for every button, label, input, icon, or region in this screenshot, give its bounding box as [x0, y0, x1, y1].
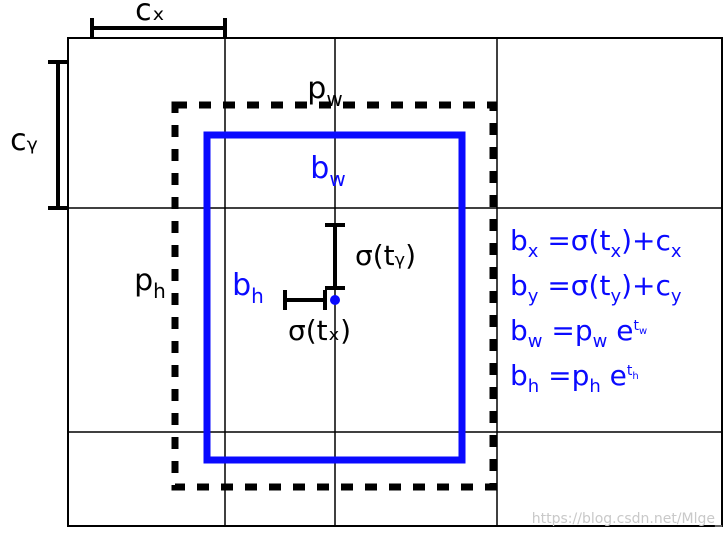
- sigma-ty-label: σ(tᵧ): [355, 239, 416, 272]
- ph-label: ph: [134, 263, 166, 303]
- svg-text:bw =pw etw: bw =pw etw: [510, 314, 647, 354]
- watermark: https://blog.csdn.net/Mlge_: [532, 511, 722, 527]
- pw-label: pw: [307, 71, 342, 111]
- sigma-tx-label: σ(tₓ): [288, 314, 351, 347]
- bh-label: bh: [232, 268, 264, 308]
- center-point: [330, 295, 340, 305]
- equations-block: bx =σ(tx)+cx by =σ(ty)+cy bw =pw etw bh …: [510, 224, 682, 399]
- cx-label: cₓ: [135, 0, 165, 28]
- bw-label: bw: [310, 151, 345, 191]
- svg-text:by =σ(ty)+cy: by =σ(ty)+cy: [510, 269, 682, 309]
- svg-text:bx =σ(tx)+cx: bx =σ(tx)+cx: [510, 224, 682, 264]
- sigma-ty-bracket: [325, 225, 345, 288]
- sigma-tx-bracket: [285, 290, 325, 310]
- cy-label: cᵧ: [10, 123, 38, 158]
- cy-bracket: [48, 62, 68, 208]
- svg-text:bh =ph eth: bh =ph eth: [510, 359, 639, 399]
